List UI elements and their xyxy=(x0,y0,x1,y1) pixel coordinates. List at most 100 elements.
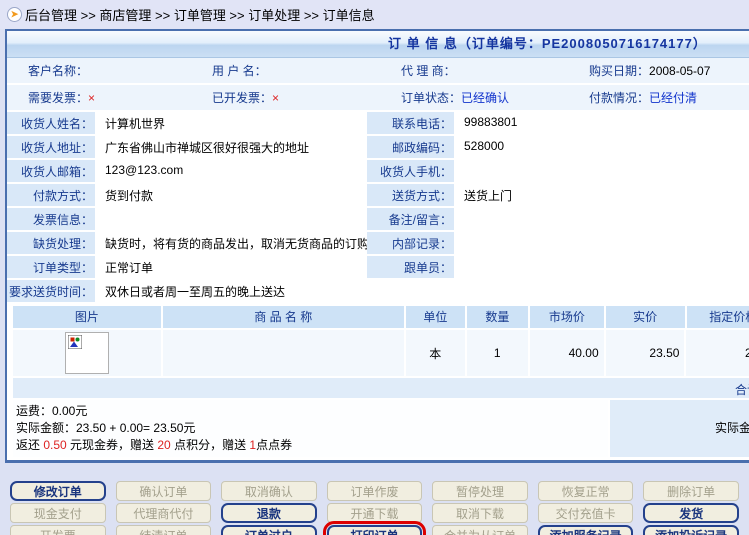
rebate-line: 返还 0.50 元现金券，赠送 20 点积分，赠送 1点点券 xyxy=(16,437,608,454)
zipcode-value: 528000 xyxy=(456,136,749,158)
rebate-points-value: 20 xyxy=(157,438,170,452)
merge-as-sub-order-button: 合并为从订单 xyxy=(432,525,528,535)
invoice-info-label: 发票信息： xyxy=(7,208,95,230)
phone-value: 99883801 xyxy=(456,112,749,134)
summary-left: 运费：0.00元 实际金额：23.50 + 0.00= 23.50元 返还 0.… xyxy=(13,400,608,457)
purchase-date-label: 购买日期： xyxy=(589,64,649,78)
order-follower-value xyxy=(456,256,749,278)
invoice-info-value xyxy=(97,208,365,230)
actual-amount-line: 实际金额：23.50 + 0.00= 23.50元 xyxy=(16,420,608,437)
col-header-market-price: 市场价 xyxy=(530,306,604,328)
order-meta-row-2: 需要发票：× 已开发票：× 订单状态：已经确认 付款情况：已经付清 xyxy=(7,85,749,110)
product-assigned-price-cell: 23.50 xyxy=(686,330,749,376)
panel-title-bar: 订 单 信 息（订单编号：PE2008050716174177） xyxy=(7,31,749,58)
order-status-value: 已经确认 xyxy=(461,91,509,105)
receiver-address-value: 广东省佛山市禅城区很好很强大的地址 xyxy=(97,136,365,158)
receiver-name-label: 收货人姓名： xyxy=(7,112,95,134)
issue-invoice-button: 开发票 xyxy=(10,525,106,535)
product-name-cell xyxy=(163,330,404,376)
detail-row: 收货人邮箱： 123@123.com 收货人手机： xyxy=(7,160,749,182)
total-label: 合计：23.50元 xyxy=(735,381,749,398)
breadcrumb-bar: ➤ 后台管理 >> 商店管理 >> 订单管理 >> 订单处理 >> 订单信息 xyxy=(0,0,749,29)
col-header-product-name: 商 品 名 称 xyxy=(163,306,404,328)
col-header-quantity: 数量 xyxy=(467,306,528,328)
invoice-issued-x-icon: × xyxy=(272,91,279,105)
actual-amount-label: 实际金额：23.50元 xyxy=(715,419,749,436)
order-status-label: 订单状态： xyxy=(401,91,461,105)
remark-value xyxy=(456,208,749,230)
outofstock-handling-label: 缺货处理： xyxy=(7,232,95,254)
product-market-price-cell: 40.00 xyxy=(530,330,604,376)
page-title: 订 单 信 息（订单编号：PE2008050716174177） xyxy=(7,31,707,57)
breadcrumb[interactable]: 后台管理 >> 商店管理 >> 订单管理 >> 订单处理 >> 订单信息 xyxy=(25,5,375,24)
need-invoice-x-icon: × xyxy=(88,91,95,105)
shipping-fee-line: 运费：0.00元 xyxy=(16,403,608,420)
ship-button[interactable]: 发货 xyxy=(643,503,739,523)
agent-label: 代 理 商： xyxy=(401,64,456,78)
order-type-value: 正常订单 xyxy=(97,256,365,278)
delivery-time-value: 双休日或者周一至周五的晚上送达 xyxy=(97,280,749,302)
print-order-button[interactable]: 打印订单 xyxy=(327,525,423,535)
cash-payment-button: 现金支付 xyxy=(10,503,106,523)
rebate-cash-value: 0.50 xyxy=(43,438,66,452)
summary-right: 实际金额：23.50元 xyxy=(610,400,749,457)
cancel-confirm-button: 取消确认 xyxy=(221,481,317,501)
remark-label: 备注/留言： xyxy=(367,208,454,230)
product-image-cell xyxy=(13,330,161,376)
detail-row-full: 要求送货时间： 双休日或者周一至周五的晚上送达 xyxy=(7,280,749,302)
detail-row: 订单类型： 正常订单 跟单员： xyxy=(7,256,749,278)
confirm-order-button: 确认订单 xyxy=(116,481,212,501)
modify-order-button[interactable]: 修改订单 xyxy=(10,481,106,501)
delivery-time-label: 要求送货时间： xyxy=(7,280,95,302)
action-button-area: 修改订单 确认订单 取消确认 订单作废 暂停处理 恢复正常 删除订单 现金支付 … xyxy=(0,463,749,535)
product-table-header: 图片 商 品 名 称 单位 数量 市场价 实价 指定价格 xyxy=(13,306,749,328)
invoice-issued-label: 已开发票： xyxy=(212,91,272,105)
order-follower-label: 跟单员： xyxy=(367,256,454,278)
delete-order-button: 删除订单 xyxy=(643,481,739,501)
add-service-record-button[interactable]: 添加服务记录 xyxy=(538,525,634,535)
payment-method-value: 货到付款 xyxy=(97,184,365,206)
product-table: 图片 商 品 名 称 单位 数量 市场价 实价 指定价格 本 xyxy=(13,306,749,376)
receiver-mobile-label: 收货人手机： xyxy=(367,160,454,182)
settle-order-button: 结清订单 xyxy=(116,525,212,535)
col-header-unit: 单位 xyxy=(406,306,465,328)
receiver-email-label: 收货人邮箱： xyxy=(7,160,95,182)
button-row-1: 修改订单 确认订单 取消确认 订单作废 暂停处理 恢复正常 删除订单 xyxy=(10,481,749,501)
product-image-placeholder[interactable] xyxy=(65,332,109,374)
col-header-image: 图片 xyxy=(13,306,161,328)
transfer-order-button[interactable]: 订单过户 xyxy=(221,525,317,535)
arrow-circle-icon: ➤ xyxy=(7,7,22,22)
enable-download-button: 开通下载 xyxy=(327,503,423,523)
order-info-panel: 订 单 信 息（订单编号：PE2008050716174177） 客户名称： 用… xyxy=(5,29,749,463)
detail-row: 收货人姓名： 计算机世界 联系电话： 99883801 xyxy=(7,112,749,134)
payment-status-label: 付款情况： xyxy=(589,91,649,105)
table-total-row: 合计：23.50元 xyxy=(13,378,749,398)
internal-record-value xyxy=(456,232,749,254)
refund-button[interactable]: 退款 xyxy=(221,503,317,523)
add-complaint-record-button[interactable]: 添加投诉记录 xyxy=(643,525,739,535)
detail-row: 发票信息： 备注/留言： xyxy=(7,208,749,230)
delivery-method-label: 送货方式： xyxy=(367,184,454,206)
button-row-2: 现金支付 代理商代付 退款 开通下载 取消下载 交付充值卡 发货 xyxy=(10,503,749,523)
internal-record-label: 内部记录： xyxy=(367,232,454,254)
order-type-label: 订单类型： xyxy=(7,256,95,278)
agent-payment-button: 代理商代付 xyxy=(116,503,212,523)
product-quantity-cell: 1 xyxy=(467,330,528,376)
username-label: 用 户 名： xyxy=(212,64,267,78)
detail-row: 付款方式： 货到付款 送货方式： 送货上门 xyxy=(7,184,749,206)
deliver-recharge-card-button: 交付充值卡 xyxy=(538,503,634,523)
phone-label: 联系电话： xyxy=(367,112,454,134)
purchase-date-value: 2008-05-07 xyxy=(649,64,710,78)
col-header-assigned-price: 指定价格 xyxy=(687,306,749,328)
restore-normal-button: 恢复正常 xyxy=(538,481,634,501)
receiver-email-value: 123@123.com xyxy=(97,160,365,182)
product-real-price-cell: 23.50 xyxy=(606,330,685,376)
order-meta-row-1: 客户名称： 用 户 名： 代 理 商： 购买日期：2008-05-07 xyxy=(7,58,749,83)
cancel-download-button: 取消下载 xyxy=(432,503,528,523)
payment-method-label: 付款方式： xyxy=(7,184,95,206)
outofstock-handling-value: 缺货时，将有货的商品发出，取消无货商品的订购 xyxy=(97,232,365,254)
delivery-method-value: 送货上门 xyxy=(456,184,749,206)
customer-name-label: 客户名称： xyxy=(28,64,88,78)
zipcode-label: 邮政编码： xyxy=(367,136,454,158)
receiver-mobile-value xyxy=(456,160,749,182)
